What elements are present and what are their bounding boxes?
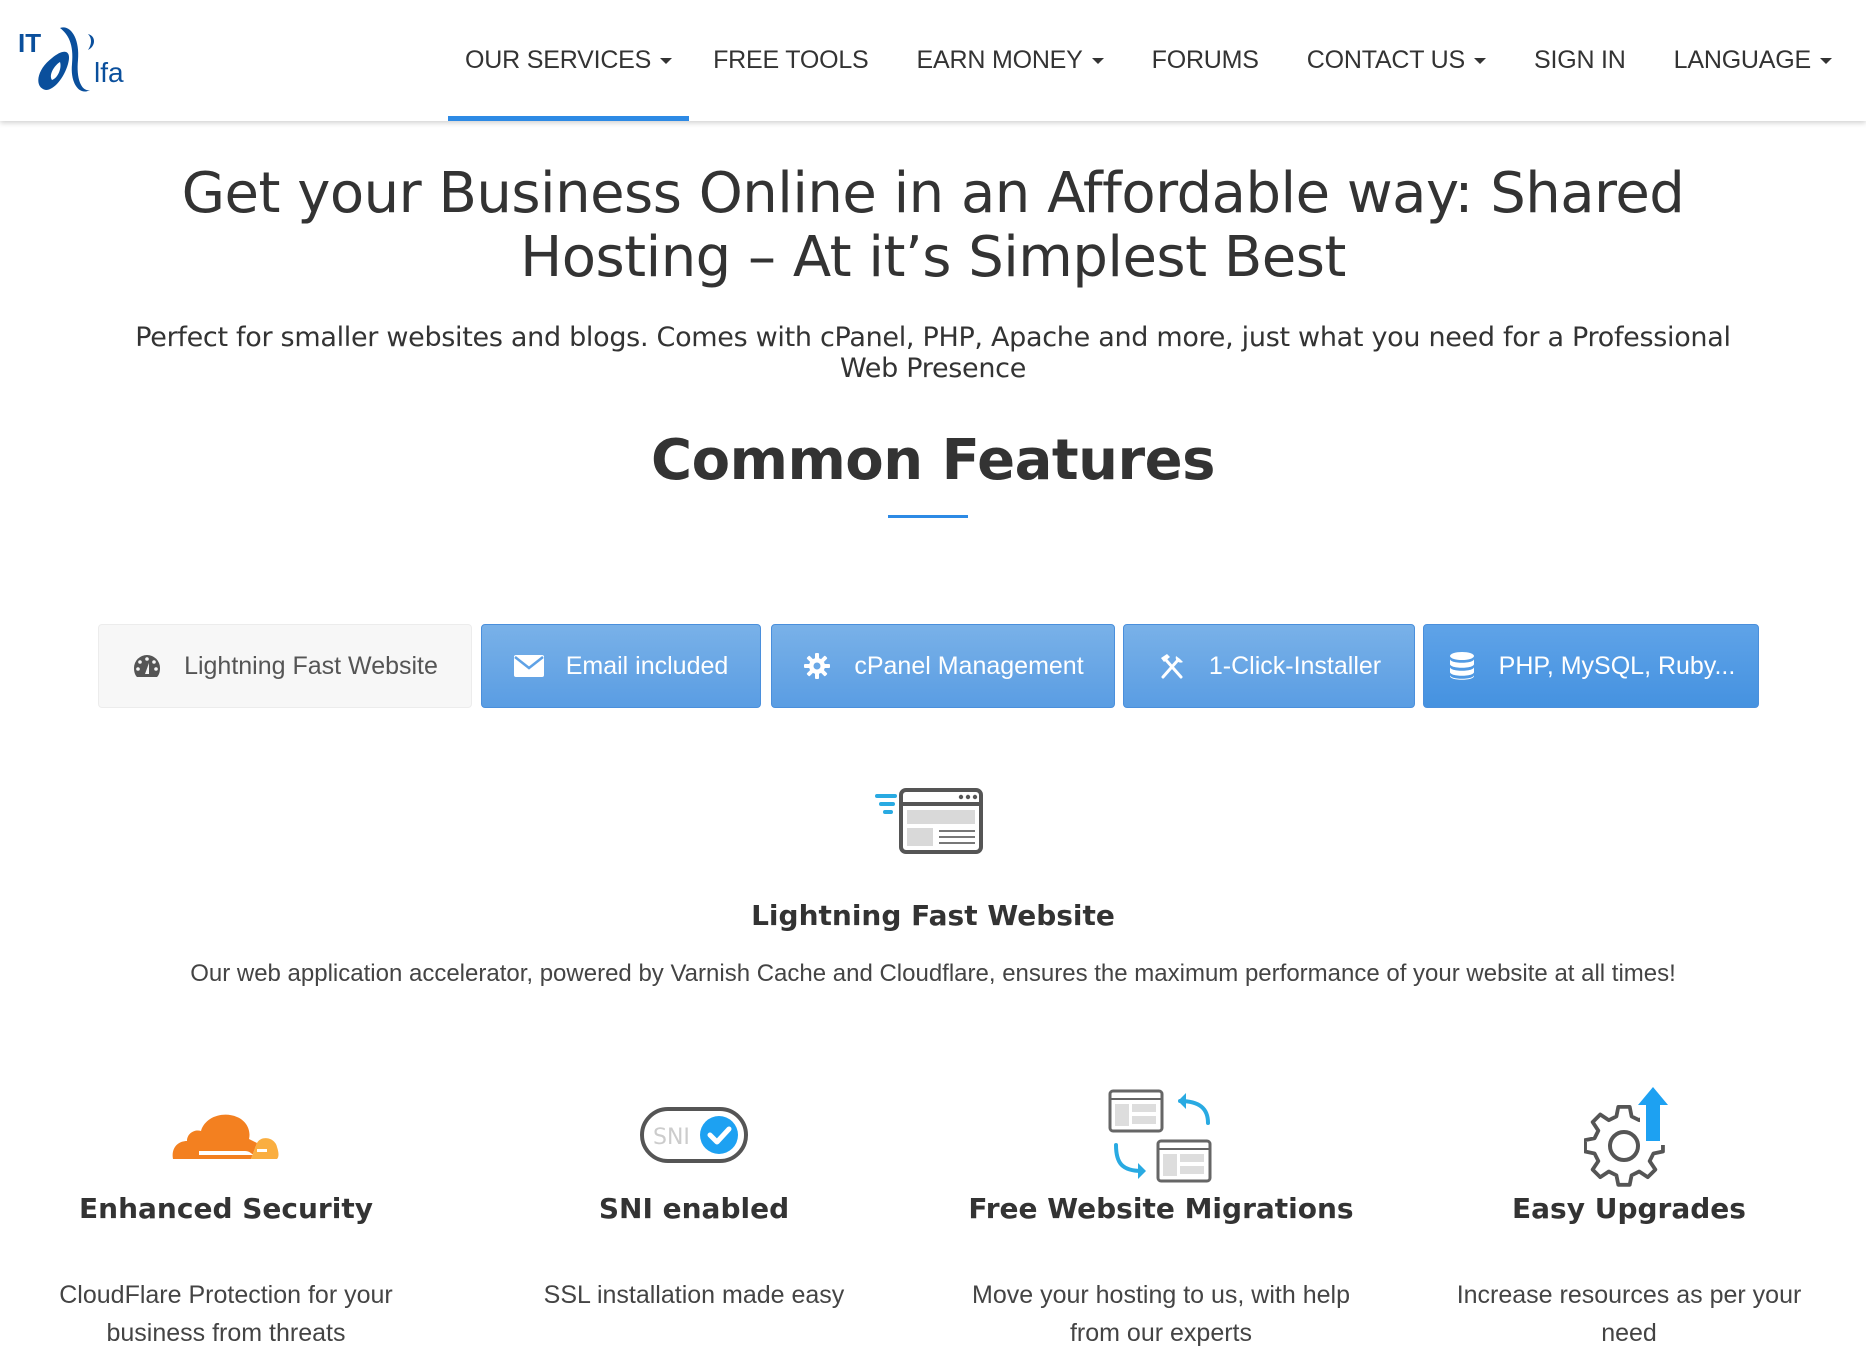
nav-free-tools[interactable]: FREE TOOLS xyxy=(689,0,892,121)
feature-title: Lightning Fast Website xyxy=(751,899,1115,932)
tab-label: 1-Click-Installer xyxy=(1208,651,1382,680)
nav-forums[interactable]: FORUMS xyxy=(1128,0,1283,121)
sni-toggle-icon: SNI xyxy=(474,1080,914,1190)
description-line: SSL installation made easy xyxy=(543,1281,845,1309)
highlight-description: CloudFlare Protection for your business f… xyxy=(26,1276,426,1352)
highlight-description: Move your hosting to us, with help from o… xyxy=(961,1276,1361,1352)
envelope-icon xyxy=(513,651,544,681)
highlight-title: Enhanced Security xyxy=(79,1192,373,1225)
sni-text: SNI xyxy=(653,1125,690,1150)
site-logo[interactable]: IT lfa xyxy=(16,20,146,100)
highlight-description: Increase resources as per your need xyxy=(1429,1276,1829,1352)
nav-label: LANGUAGE xyxy=(1673,46,1812,74)
caret-down-icon xyxy=(1091,57,1104,64)
tab-label: PHP, MySQL, Ruby... xyxy=(1498,651,1736,680)
hero-subtitle-line-2: Web Presence xyxy=(839,353,1027,384)
description-line: business from threats xyxy=(106,1319,346,1347)
logo-alfa-text: lfa xyxy=(94,57,124,88)
tools-icon xyxy=(1157,651,1187,681)
site-header: IT lfa OUR SERVICES FREE TOOLS EARN MONE… xyxy=(0,0,1866,121)
nav-contact-us[interactable]: CONTACT US xyxy=(1283,0,1510,121)
nav-label: FREE TOOLS xyxy=(713,46,869,74)
hero-subtitle: Perfect for smaller websites and blogs. … xyxy=(30,322,1836,384)
tab-label: cPanel Management xyxy=(854,651,1084,680)
highlight-title: Free Website Migrations xyxy=(968,1192,1354,1225)
feature-description: Our web application accelerator, powered… xyxy=(190,960,1676,987)
nav-label: FORUMS xyxy=(1151,46,1259,74)
nav-label: OUR SERVICES xyxy=(465,46,652,74)
highlight-title: SNI enabled xyxy=(598,1192,790,1225)
caret-down-icon xyxy=(660,57,673,64)
highlight-sni-enabled: SNI SNI enabled SSL installation made ea… xyxy=(474,1080,914,1309)
nav-language[interactable]: LANGUAGE xyxy=(1650,0,1856,121)
highlight-easy-upgrades: Easy Upgrades Increase resources as per … xyxy=(1409,1080,1849,1347)
tab-label: Lightning Fast Website xyxy=(184,651,438,680)
tab-1-click-installer[interactable]: 1-Click-Installer xyxy=(1123,624,1415,708)
nav-sign-in[interactable]: SIGN IN xyxy=(1510,0,1650,121)
description-line: CloudFlare Protection for your xyxy=(59,1281,393,1309)
hero-title-line-1: Get your Business Online in an Affordabl… xyxy=(181,161,1685,226)
nav-earn-money[interactable]: EARN MONEY xyxy=(893,0,1128,121)
highlight-title: Easy Upgrades xyxy=(1512,1192,1746,1225)
nav-label: CONTACT US xyxy=(1306,46,1465,74)
section-title: Common Features xyxy=(651,428,1215,493)
caret-down-icon xyxy=(1473,57,1486,64)
hero-title-line-2: Hosting – At it’s Simplest Best xyxy=(520,225,1346,290)
hero-subtitle-line-1: Perfect for smaller websites and blogs. … xyxy=(135,322,1731,353)
nav-label: EARN MONEY xyxy=(916,46,1083,74)
hero-title: Get your Business Online in an Affordabl… xyxy=(60,162,1806,290)
description-line: Move your hosting to us, with help xyxy=(972,1281,1350,1309)
migration-icon xyxy=(941,1080,1381,1190)
caret-down-icon xyxy=(1820,57,1832,64)
main-nav: OUR SERVICES FREE TOOLS EARN MONEY FORUM… xyxy=(448,0,1856,121)
description-line: from our experts xyxy=(1069,1319,1252,1347)
section-underline xyxy=(888,515,968,518)
fast-browser-icon xyxy=(873,786,985,858)
upgrade-gear-icon xyxy=(1409,1080,1849,1190)
highlight-description: SSL installation made easy xyxy=(494,1276,894,1314)
logo-it-text: IT xyxy=(18,28,41,58)
tab-php-mysql-ruby[interactable]: PHP, MySQL, Ruby... xyxy=(1423,624,1759,708)
highlight-enhanced-security: Enhanced Security CloudFlare Protection … xyxy=(6,1080,446,1347)
highlight-free-website-migrations: Free Website Migrations Move your hostin… xyxy=(941,1080,1381,1347)
tab-cpanel-management[interactable]: cPanel Management xyxy=(771,624,1115,708)
nav-our-services[interactable]: OUR SERVICES xyxy=(448,0,690,121)
database-icon xyxy=(1447,651,1477,681)
nav-label: SIGN IN xyxy=(1533,46,1626,74)
tab-email-included[interactable]: Email included xyxy=(481,624,761,708)
tab-lightning-fast-website[interactable]: Lightning Fast Website xyxy=(98,624,472,708)
dashboard-icon xyxy=(132,651,162,681)
gear-icon xyxy=(802,651,832,681)
italfa-logo-icon: IT lfa xyxy=(18,27,124,92)
cloudflare-icon xyxy=(6,1080,446,1190)
description-line: Increase resources as per your need xyxy=(1456,1281,1802,1347)
tab-label: Email included xyxy=(565,651,729,680)
